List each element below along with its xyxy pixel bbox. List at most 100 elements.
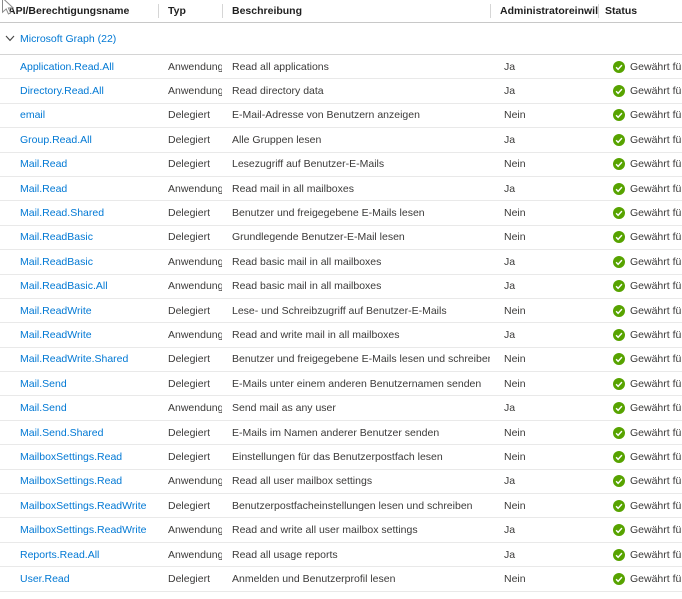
permission-name-link[interactable]: Mail.Send xyxy=(20,378,67,390)
table-row[interactable]: Application.Read.All Anwendung Read all … xyxy=(0,55,682,79)
table-row[interactable]: Mail.Send Delegiert E-Mails unter einem … xyxy=(0,372,682,396)
permission-name-link[interactable]: Group.Read.All xyxy=(20,134,92,146)
permission-name-link[interactable]: Mail.Read.Shared xyxy=(20,207,104,219)
permission-type-cell: Delegiert xyxy=(158,573,222,585)
permission-name-link[interactable]: Mail.ReadWrite xyxy=(20,329,92,341)
permission-name-link[interactable]: Mail.ReadWrite.Shared xyxy=(20,353,128,365)
status-granted-text: Gewährt für " xyxy=(630,402,682,414)
table-row[interactable]: MailboxSettings.ReadWrite Anwendung Read… xyxy=(0,518,682,542)
permission-description-cell: Read directory data xyxy=(222,85,490,97)
permission-description-cell: Lesezugriff auf Benutzer-E-Mails xyxy=(222,158,490,170)
permission-name-link[interactable]: Mail.ReadWrite xyxy=(20,305,92,317)
column-header-type[interactable]: Typ xyxy=(158,0,222,22)
permission-name-link[interactable]: Mail.Read xyxy=(20,158,67,170)
permission-name-link[interactable]: MailboxSettings.Read xyxy=(20,451,122,463)
table-row[interactable]: MailboxSettings.Read Anwendung Read all … xyxy=(0,470,682,494)
table-row[interactable]: Mail.Read Delegiert Lesezugriff auf Benu… xyxy=(0,153,682,177)
granted-check-icon xyxy=(613,524,625,536)
permission-type-cell: Anwendung xyxy=(158,183,222,195)
api-group-link[interactable]: Microsoft Graph (22) xyxy=(20,33,116,45)
admin-consent-required-cell: Ja xyxy=(490,183,598,195)
granted-check-icon xyxy=(613,329,625,341)
granted-check-icon xyxy=(613,183,625,195)
permission-description-cell: Read all usage reports xyxy=(222,549,490,561)
permission-status-cell: Gewährt für " xyxy=(598,427,682,439)
admin-consent-required-cell: Ja xyxy=(490,256,598,268)
table-row[interactable]: Mail.ReadBasic Anwendung Read basic mail… xyxy=(0,250,682,274)
permission-description-cell: Send mail as any user xyxy=(222,402,490,414)
table-row[interactable]: Mail.Send Anwendung Send mail as any use… xyxy=(0,396,682,420)
permission-name-link[interactable]: Directory.Read.All xyxy=(20,85,104,97)
chevron-down-icon[interactable] xyxy=(5,35,15,42)
permission-status-cell: Gewährt für " xyxy=(598,500,682,512)
status-granted-text: Gewährt für " xyxy=(630,109,682,121)
permission-type-cell: Anwendung xyxy=(158,61,222,73)
admin-consent-required-cell: Nein xyxy=(490,109,598,121)
permission-status-cell: Gewährt für " xyxy=(598,158,682,170)
permission-name-link[interactable]: Mail.Send.Shared xyxy=(20,427,103,439)
table-header: API/Berechtigungsname Typ Beschreibung A… xyxy=(0,0,682,23)
admin-consent-required-cell: Nein xyxy=(490,500,598,512)
table-row[interactable]: MailboxSettings.Read Delegiert Einstellu… xyxy=(0,445,682,469)
permission-name-link[interactable]: MailboxSettings.ReadWrite xyxy=(20,524,146,536)
status-granted-text: Gewährt für " xyxy=(630,85,682,97)
status-granted-text: Gewährt für " xyxy=(630,305,682,317)
admin-consent-required-cell: Nein xyxy=(490,207,598,219)
permission-name-link[interactable]: Mail.Send xyxy=(20,402,67,414)
permission-name-link[interactable]: Application.Read.All xyxy=(20,61,114,73)
permission-name-link[interactable]: email xyxy=(20,109,45,121)
status-granted-text: Gewährt für " xyxy=(630,329,682,341)
table-row[interactable]: Mail.Send.Shared Delegiert E-Mails im Na… xyxy=(0,421,682,445)
table-row[interactable]: Mail.ReadBasic Delegiert Grundlegende Be… xyxy=(0,226,682,250)
status-granted-text: Gewährt für " xyxy=(630,500,682,512)
permission-status-cell: Gewährt für " xyxy=(598,207,682,219)
admin-consent-required-cell: Ja xyxy=(490,329,598,341)
table-row[interactable]: MailboxSettings.ReadWrite Delegiert Benu… xyxy=(0,494,682,518)
column-header-admin-consent[interactable]: Administratoreinwill... xyxy=(490,0,598,22)
granted-check-icon xyxy=(613,451,625,463)
permission-name-link[interactable]: Mail.Read xyxy=(20,183,67,195)
admin-consent-required-cell: Nein xyxy=(490,305,598,317)
table-row[interactable]: Mail.ReadBasic.All Anwendung Read basic … xyxy=(0,275,682,299)
status-granted-text: Gewährt für " xyxy=(630,378,682,390)
granted-check-icon xyxy=(613,500,625,512)
table-row[interactable]: Mail.ReadWrite Anwendung Read and write … xyxy=(0,323,682,347)
permission-type-cell: Delegiert xyxy=(158,207,222,219)
permission-name-link[interactable]: MailboxSettings.Read xyxy=(20,475,122,487)
status-granted-text: Gewährt für " xyxy=(630,183,682,195)
permission-name-link[interactable]: Reports.Read.All xyxy=(20,549,99,561)
column-header-status[interactable]: Status xyxy=(598,0,682,22)
permission-status-cell: Gewährt für " xyxy=(598,549,682,561)
permission-name-link[interactable]: Mail.ReadBasic xyxy=(20,256,93,268)
granted-check-icon xyxy=(613,134,625,146)
table-row[interactable]: email Delegiert E-Mail-Adresse von Benut… xyxy=(0,104,682,128)
table-row[interactable]: Reports.Read.All Anwendung Read all usag… xyxy=(0,543,682,567)
table-row[interactable]: User.Read Delegiert Anmelden und Benutze… xyxy=(0,567,682,591)
api-group-row-microsoft-graph[interactable]: Microsoft Graph (22) xyxy=(0,23,682,55)
permission-type-cell: Delegiert xyxy=(158,109,222,121)
table-row[interactable]: Mail.ReadWrite.Shared Delegiert Benutzer… xyxy=(0,348,682,372)
permission-status-cell: Gewährt für " xyxy=(598,256,682,268)
table-row[interactable]: Group.Read.All Delegiert Alle Gruppen le… xyxy=(0,128,682,152)
api-permissions-grid: API/Berechtigungsname Typ Beschreibung A… xyxy=(0,0,682,599)
permission-status-cell: Gewährt für " xyxy=(598,305,682,317)
permission-name-link[interactable]: MailboxSettings.ReadWrite xyxy=(20,500,146,512)
table-row[interactable]: Mail.Read.Shared Delegiert Benutzer und … xyxy=(0,201,682,225)
table-row[interactable]: Mail.Read Anwendung Read mail in all mai… xyxy=(0,177,682,201)
status-granted-text: Gewährt für " xyxy=(630,353,682,365)
status-granted-text: Gewährt für " xyxy=(630,61,682,73)
permission-name-link[interactable]: Mail.ReadBasic xyxy=(20,231,93,243)
permission-description-cell: Read mail in all mailboxes xyxy=(222,183,490,195)
permission-name-link[interactable]: Mail.ReadBasic.All xyxy=(20,280,108,292)
permission-description-cell: Grundlegende Benutzer-E-Mail lesen xyxy=(222,231,490,243)
status-granted-text: Gewährt für " xyxy=(630,475,682,487)
column-header-description[interactable]: Beschreibung xyxy=(222,0,490,22)
granted-check-icon xyxy=(613,207,625,219)
table-row[interactable]: Mail.ReadWrite Delegiert Lese- und Schre… xyxy=(0,299,682,323)
permission-name-link[interactable]: User.Read xyxy=(20,573,70,585)
granted-check-icon xyxy=(613,305,625,317)
permission-status-cell: Gewährt für " xyxy=(598,280,682,292)
table-row[interactable]: Directory.Read.All Anwendung Read direct… xyxy=(0,79,682,103)
admin-consent-required-cell: Ja xyxy=(490,134,598,146)
column-header-api-name[interactable]: API/Berechtigungsname xyxy=(0,0,158,22)
